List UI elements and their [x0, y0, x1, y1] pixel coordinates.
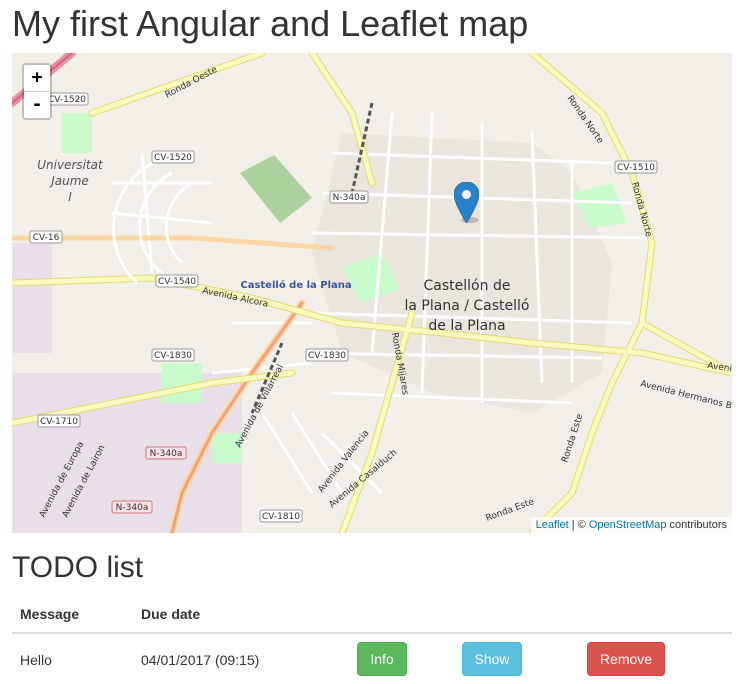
- road-shield: CV-1520: [151, 150, 195, 164]
- residential-area: [12, 243, 52, 353]
- row-message: Hello: [20, 652, 52, 668]
- road-shield: CV-1830: [305, 348, 349, 362]
- map-label-city: de la Plana: [428, 318, 505, 334]
- road-shield: CV-1710: [37, 414, 81, 428]
- zoom-out-button[interactable]: -: [24, 92, 50, 118]
- openstreetmap-link[interactable]: OpenStreetMap: [589, 519, 667, 531]
- svg-text:CV-1830: CV-1830: [154, 351, 192, 361]
- svg-text:N-340a: N-340a: [333, 193, 366, 203]
- road-shield: CV-1540: [155, 274, 199, 288]
- map-label-university: I: [68, 190, 72, 204]
- remove-button[interactable]: Remove: [587, 642, 665, 676]
- map-tiles[interactable]: Castellón de la Plana / Castelló de la P…: [12, 53, 732, 533]
- svg-text:CV-1520: CV-1520: [48, 95, 86, 105]
- svg-text:CV-1520: CV-1520: [154, 153, 192, 163]
- road-shield: CV-1520: [45, 92, 89, 106]
- map-pin-icon[interactable]: [454, 182, 479, 223]
- page-title: My first Angular and Leaflet map: [12, 3, 529, 44]
- svg-text:CV-1710: CV-1710: [40, 417, 78, 427]
- svg-text:CV-1830: CV-1830: [308, 351, 346, 361]
- todo-title: TODO list: [12, 551, 144, 584]
- map-attribution: Leaflet | © OpenStreetMap contributors: [530, 517, 732, 533]
- info-button[interactable]: Info: [357, 642, 407, 676]
- svg-text:CV-1540: CV-1540: [158, 277, 196, 287]
- map-label-city: Castellón de: [424, 278, 511, 294]
- column-header-message: Message: [20, 606, 80, 622]
- svg-text:N-340a: N-340a: [150, 449, 183, 459]
- todo-table: Message Due date Hello 04/01/2017 (09:15…: [12, 598, 732, 684]
- leaflet-map[interactable]: Castellón de la Plana / Castelló de la P…: [12, 53, 732, 533]
- svg-text:CV-1810: CV-1810: [262, 512, 300, 522]
- map-label-city: la Plana / Castelló: [405, 298, 530, 314]
- show-button[interactable]: Show: [462, 642, 522, 676]
- road-shield: CV-16: [29, 230, 63, 244]
- zoom-control: + -: [22, 63, 52, 120]
- svg-text:CV-16: CV-16: [33, 233, 60, 243]
- road-shield: CV-1510: [614, 160, 658, 174]
- road-shield: CV-1810: [259, 509, 303, 523]
- road-shield: N-340a: [329, 190, 369, 204]
- leaflet-link[interactable]: Leaflet: [536, 519, 569, 531]
- svg-text:N-340a: N-340a: [116, 503, 149, 513]
- row-due-date: 04/01/2017 (09:15): [141, 652, 260, 668]
- svg-text:CV-1510: CV-1510: [617, 163, 655, 173]
- column-header-due-date: Due date: [141, 606, 201, 622]
- attribution-suffix: contributors: [666, 519, 727, 531]
- road-shield: N-340a: [145, 446, 187, 460]
- road-shield: N-340a: [111, 500, 153, 514]
- zoom-in-button[interactable]: +: [24, 65, 50, 92]
- map-label-city-alt: Castelló de la Plana: [240, 279, 351, 291]
- road-shield: CV-1830: [151, 348, 195, 362]
- map-label-university: Jaume: [49, 174, 89, 188]
- table-header: Message Due date: [12, 598, 732, 634]
- map-label-university: Universitat: [37, 158, 104, 172]
- park-area: [62, 113, 92, 153]
- attribution-separator: | ©: [568, 519, 589, 531]
